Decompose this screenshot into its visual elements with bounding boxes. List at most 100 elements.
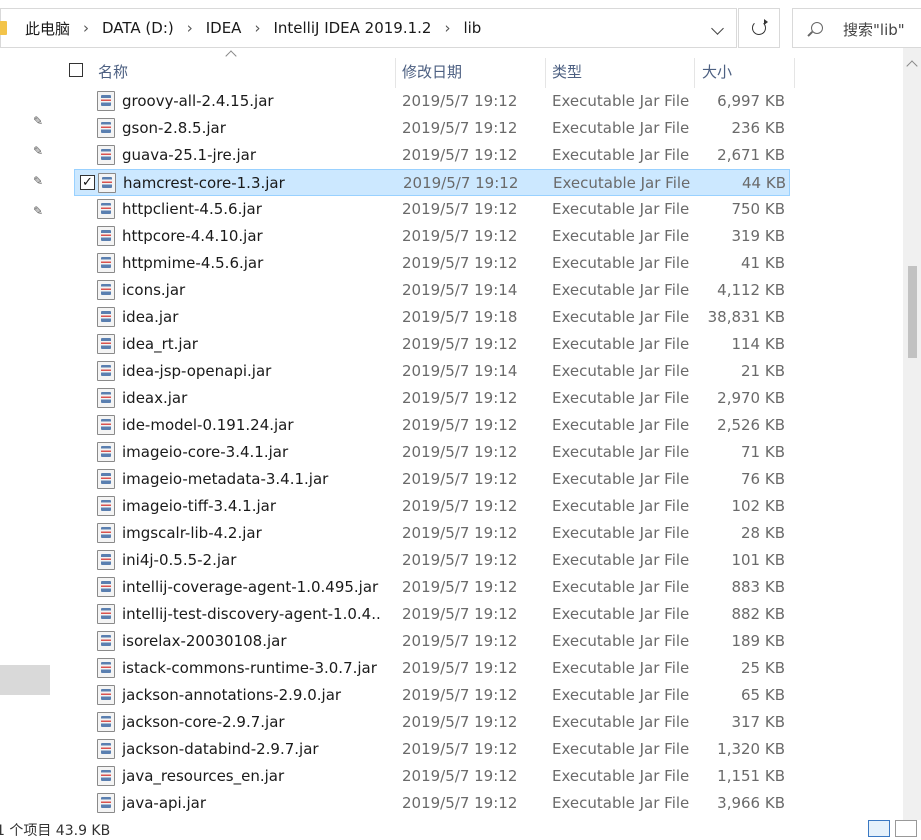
file-type: Executable Jar File xyxy=(552,119,690,137)
breadcrumb-chevron-icon[interactable]: › xyxy=(433,19,461,37)
file-row[interactable]: imgscalr-lib-4.2.jar 2019/5/7 19:12 Execut… xyxy=(74,520,790,547)
details-view-icon[interactable] xyxy=(868,820,890,837)
file-name: httpclient-4.5.6.jar xyxy=(122,200,262,218)
jar-file-icon xyxy=(97,226,115,246)
file-row[interactable]: isorelax-20030108.jar 2019/5/7 19:12 Execu… xyxy=(74,628,790,655)
file-size: 750 KB xyxy=(731,200,785,218)
status-text: 1 个项目 43.9 KB xyxy=(0,823,111,839)
file-row[interactable]: ✓ hamcrest-core-1.3.jar 2019/5/7 19:12 Exec… xyxy=(74,169,790,196)
file-name: idea-jsp-openapi.jar xyxy=(122,362,272,380)
file-name: intellij-coverage-agent-1.0.495.jar xyxy=(122,578,379,596)
file-size: 883 KB xyxy=(731,578,785,596)
file-type: Executable Jar File xyxy=(552,686,690,704)
search-input[interactable]: 搜索"lib" xyxy=(792,8,921,48)
breadcrumb-item[interactable]: lib xyxy=(461,19,483,37)
file-row[interactable]: icons.jar 2019/5/7 19:14 Executable Jar Fi… xyxy=(74,277,790,304)
file-type: Executable Jar File xyxy=(552,767,690,785)
file-row[interactable]: idea.jar 2019/5/7 19:18 Executable Jar Fil… xyxy=(74,304,790,331)
file-row[interactable]: httpmime-4.5.6.jar 2019/5/7 19:12 Executab… xyxy=(74,250,790,277)
file-name: imageio-metadata-3.4.1.jar xyxy=(122,470,329,488)
file-size: 65 KB xyxy=(741,686,785,704)
vertical-scrollbar[interactable] xyxy=(903,48,921,820)
file-size: 1,320 KB xyxy=(717,740,785,758)
file-type: Executable Jar File xyxy=(552,308,690,326)
file-row[interactable]: imageio-metadata-3.4.1.jar 2019/5/7 19:12… xyxy=(74,466,790,493)
file-date: 2019/5/7 19:12 xyxy=(402,443,518,461)
file-row[interactable]: gson-2.8.5.jar 2019/5/7 19:12 Executable J… xyxy=(74,115,790,142)
file-date: 2019/5/7 19:12 xyxy=(402,578,518,596)
file-row[interactable]: java-api.jar 2019/5/7 19:12 Executable Jar… xyxy=(74,790,790,817)
jar-file-icon xyxy=(97,658,115,678)
breadcrumb-chevron-icon[interactable]: › xyxy=(243,19,271,37)
jar-file-icon xyxy=(97,550,115,570)
breadcrumb-item[interactable]: IDEA xyxy=(204,19,244,37)
file-row[interactable]: imageio-core-3.4.1.jar 2019/5/7 19:12 Exec… xyxy=(74,439,790,466)
file-row[interactable]: jackson-core-2.9.7.jar 2019/5/7 19:12 Exec… xyxy=(74,709,790,736)
refresh-button[interactable] xyxy=(738,8,780,48)
chevron-down-icon[interactable] xyxy=(711,22,724,35)
file-row[interactable]: guava-25.1-jre.jar 2019/5/7 19:12 Executab… xyxy=(74,142,790,169)
file-row[interactable]: intellij-coverage-agent-1.0.495.jar 2019/… xyxy=(74,574,790,601)
file-row[interactable]: imageio-tiff-3.4.1.jar 2019/5/7 19:12 Exec… xyxy=(74,493,790,520)
file-row[interactable]: groovy-all-2.4.15.jar 2019/5/7 19:12 Execu… xyxy=(74,88,790,115)
nav-pane-selected-item[interactable] xyxy=(0,665,50,695)
jar-file-icon xyxy=(97,361,115,381)
file-row[interactable]: intellij-test-discovery-agent-1.0.4... 20… xyxy=(74,601,790,628)
pin-icon[interactable]: ✎ xyxy=(33,115,43,127)
breadcrumb-item[interactable]: 此电脑 xyxy=(23,18,72,39)
column-date[interactable]: 修改日期 xyxy=(402,58,462,86)
file-date: 2019/5/7 19:12 xyxy=(402,551,518,569)
breadcrumb-chevron-icon[interactable]: › xyxy=(72,19,100,37)
file-row[interactable]: httpcore-4.4.10.jar 2019/5/7 19:12 Executa… xyxy=(74,223,790,250)
file-row[interactable]: jackson-annotations-2.9.0.jar 2019/5/7 19… xyxy=(74,682,790,709)
file-size: 101 KB xyxy=(731,551,785,569)
file-type: Executable Jar File xyxy=(552,227,690,245)
column-name[interactable]: 名称 xyxy=(98,58,128,86)
breadcrumb-item[interactable]: DATA (D:) xyxy=(100,19,176,37)
file-type: Executable Jar File xyxy=(552,335,690,353)
file-name: ide-model-0.191.24.jar xyxy=(122,416,294,434)
scroll-up-icon[interactable] xyxy=(906,60,918,72)
file-row[interactable]: idea_rt.jar 2019/5/7 19:12 Executable Jar … xyxy=(74,331,790,358)
jar-file-icon xyxy=(97,712,115,732)
row-checkbox[interactable]: ✓ xyxy=(80,175,95,190)
file-type: Executable Jar File xyxy=(552,281,690,299)
file-type: Executable Jar File xyxy=(552,524,690,542)
file-row[interactable]: java_resources_en.jar 2019/5/7 19:12 Execu… xyxy=(74,763,790,790)
breadcrumb-item[interactable]: IntelliJ IDEA 2019.1.2 xyxy=(271,19,433,37)
pin-icon[interactable]: ✎ xyxy=(33,175,43,187)
column-divider[interactable] xyxy=(794,58,795,88)
column-type[interactable]: 类型 xyxy=(552,58,582,86)
file-row[interactable]: httpclient-4.5.6.jar 2019/5/7 19:12 Execut… xyxy=(74,196,790,223)
jar-file-icon xyxy=(97,577,115,597)
file-row[interactable]: jackson-databind-2.9.7.jar 2019/5/7 19:12… xyxy=(74,736,790,763)
pin-icon[interactable]: ✎ xyxy=(33,205,43,217)
file-size: 6,997 KB xyxy=(717,92,785,110)
large-icons-view-icon[interactable] xyxy=(895,820,917,837)
file-name: imgscalr-lib-4.2.jar xyxy=(122,524,262,542)
column-divider[interactable] xyxy=(395,58,396,88)
file-row[interactable]: ide-model-0.191.24.jar 2019/5/7 19:12 Exec… xyxy=(74,412,790,439)
jar-file-icon xyxy=(97,91,115,111)
jar-file-icon xyxy=(97,334,115,354)
jar-file-icon xyxy=(97,253,115,273)
breadcrumb-chevron-icon[interactable]: › xyxy=(176,19,204,37)
scrollbar-thumb[interactable] xyxy=(908,266,917,358)
file-size: 102 KB xyxy=(731,497,785,515)
column-size[interactable]: 大小 xyxy=(702,58,732,86)
jar-file-icon xyxy=(97,793,115,813)
file-row[interactable]: ideax.jar 2019/5/7 19:12 Executable Jar Fi… xyxy=(74,385,790,412)
jar-file-icon xyxy=(97,307,115,327)
column-divider[interactable] xyxy=(545,58,546,88)
file-type: Executable Jar File xyxy=(552,740,690,758)
file-row[interactable]: ini4j-0.5.5-2.jar 2019/5/7 19:12 Executabl… xyxy=(74,547,790,574)
file-row[interactable]: istack-commons-runtime-3.0.7.jar 2019/5/7… xyxy=(74,655,790,682)
file-row[interactable]: idea-jsp-openapi.jar 2019/5/7 19:14 Execut… xyxy=(74,358,790,385)
column-divider[interactable] xyxy=(694,58,695,88)
file-name: istack-commons-runtime-3.0.7.jar xyxy=(122,659,377,677)
refresh-icon xyxy=(752,19,768,35)
jar-file-icon xyxy=(97,631,115,651)
select-all-checkbox[interactable] xyxy=(69,63,83,77)
address-bar[interactable]: 此电脑 › DATA (D:) › IDEA › IntelliJ IDEA 2… xyxy=(0,8,737,48)
pin-icon[interactable]: ✎ xyxy=(33,145,43,157)
